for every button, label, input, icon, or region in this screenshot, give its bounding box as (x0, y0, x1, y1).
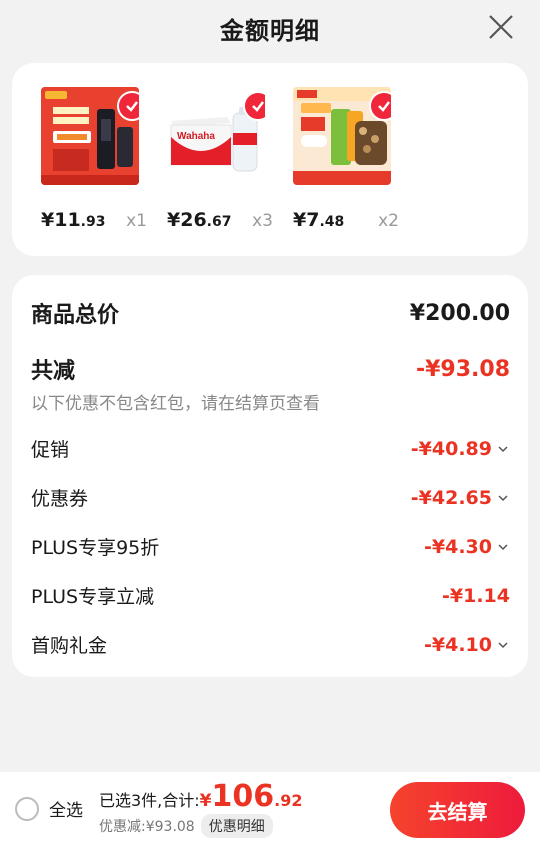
price-summary: 商品总价 ¥200.00 共减 -¥93.08 以下优惠不包含红包，请在结算页查… (12, 275, 528, 677)
total-reduce-label: 共减 (31, 359, 76, 384)
product-quantity: x2 (378, 211, 399, 231)
select-all-radio[interactable] (15, 796, 39, 821)
chevron-down-icon[interactable] (496, 442, 510, 456)
discount-row-plus-reduce: PLUS专享立减 -¥1.14 (31, 571, 510, 620)
check-icon[interactable] (243, 91, 265, 121)
total-price-label: 商品总价 (31, 303, 120, 328)
product-price: ¥11.93 (41, 209, 106, 231)
discount-label: 促销 (31, 439, 70, 461)
product-item[interactable]: Wahaha ¥26.67 x3 (167, 87, 275, 256)
discount-value: -¥4.30 (424, 535, 492, 558)
page-title: 金额明细 (220, 16, 320, 45)
discount-row-promotion[interactable]: 促销 -¥40.89 (31, 424, 510, 473)
discount-row-first-purchase[interactable]: 首购礼金 -¥4.10 (31, 620, 510, 669)
checkout-button[interactable]: 去结算 (390, 782, 525, 838)
product-price: ¥26.67 (167, 209, 232, 231)
checkout-bar: 全选 已选3件,合计: ¥ 106 .92 优惠减:¥93.08 优惠明细 去结… (0, 772, 540, 845)
discount-label: 首购礼金 (31, 635, 108, 657)
product-list: ¥11.93 x1 Wahaha ¥26.67 x3 ¥7.48 x2 (12, 63, 528, 256)
product-price: ¥7.48 (293, 209, 345, 231)
discount-label: 优惠券 (31, 488, 89, 510)
discount-value: -¥4.10 (424, 633, 492, 656)
chevron-down-icon[interactable] (496, 491, 510, 505)
total-price-value: ¥200.00 (409, 300, 510, 326)
discount-row-plus-95[interactable]: PLUS专享95折 -¥4.30 (31, 522, 510, 571)
discount-note: 以下优惠不包含红包，请在结算页查看 (31, 394, 320, 414)
product-thumb-water-box[interactable]: Wahaha (167, 87, 265, 185)
close-icon (489, 15, 513, 39)
product-quantity: x3 (252, 211, 273, 231)
svg-text:Wahaha: Wahaha (177, 131, 215, 142)
total-currency: ¥ (199, 791, 212, 811)
select-all-label[interactable]: 全选 (49, 796, 83, 821)
header: 金额明细 (0, 0, 540, 56)
discount-total-text: 优惠减:¥93.08 (99, 819, 195, 835)
close-button[interactable] (486, 12, 516, 42)
product-quantity: x1 (126, 211, 147, 231)
discount-detail-button[interactable]: 优惠明细 (200, 814, 273, 838)
product-item[interactable]: ¥11.93 x1 (41, 87, 149, 256)
total-reduce-row: 共减 -¥93.08 (31, 353, 510, 385)
product-thumb-red-promo[interactable] (41, 87, 139, 185)
selected-count-text: 已选3件,合计: (99, 791, 200, 810)
discount-value: -¥40.89 (410, 437, 492, 460)
discount-value: -¥1.14 (442, 584, 510, 607)
total-summary: 已选3件,合计: ¥ 106 .92 优惠减:¥93.08 优惠明细 (99, 779, 302, 838)
total-price-row: 商品总价 ¥200.00 (31, 297, 510, 329)
discount-label: PLUS专享95折 (31, 537, 160, 559)
chevron-down-icon[interactable] (496, 638, 510, 652)
check-icon[interactable] (117, 91, 139, 121)
discount-row-coupon[interactable]: 优惠券 -¥42.65 (31, 473, 510, 522)
chevron-down-icon[interactable] (496, 540, 510, 554)
product-thumb-snacks[interactable] (293, 87, 391, 185)
total-reduce-value: -¥93.08 (415, 356, 510, 382)
total-amount-integer: 106 (211, 779, 275, 814)
total-amount-decimal: .92 (274, 791, 303, 810)
discount-label: PLUS专享立减 (31, 586, 155, 608)
product-item[interactable]: ¥7.48 x2 (293, 87, 401, 256)
discount-value: -¥42.65 (410, 486, 492, 509)
check-icon[interactable] (369, 91, 391, 121)
